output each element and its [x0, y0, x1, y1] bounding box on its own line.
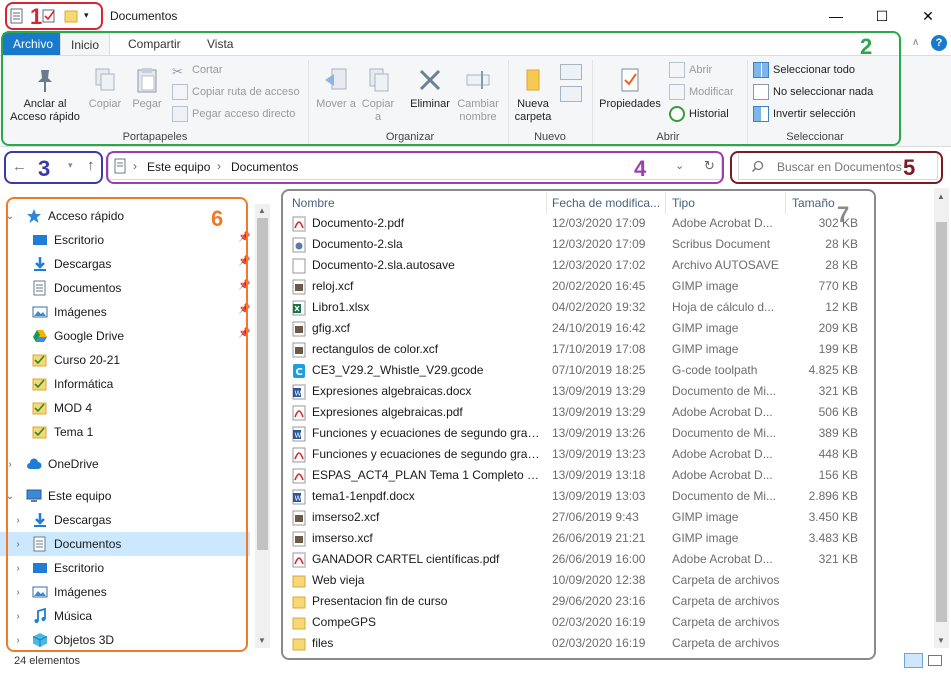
annotation-label-4: 4 [634, 156, 647, 181]
window-title: Documentos [110, 9, 178, 23]
annotation-label-5: 5 [903, 155, 916, 180]
annotation-box-4 [106, 151, 724, 184]
file-scroll-thumb[interactable] [936, 222, 947, 622]
help-icon[interactable]: ? [931, 35, 947, 51]
scroll-down-icon[interactable]: ▼ [937, 636, 945, 645]
file-scrollbar[interactable]: ▲ ▼ [934, 188, 949, 648]
scroll-up-icon[interactable]: ▲ [937, 192, 945, 201]
status-count: 24 elementos [14, 655, 81, 667]
scroll-down-icon[interactable]: ▼ [258, 636, 266, 645]
close-button[interactable]: ✕ [905, 0, 951, 32]
annotation-label-3: 3 [38, 156, 51, 181]
annotation-label-7: 7 [837, 202, 850, 227]
nav-scroll-thumb[interactable] [257, 218, 268, 550]
annotation-label-6: 6 [211, 206, 224, 231]
scroll-up-icon[interactable]: ▲ [258, 206, 266, 215]
annotation-box-6 [6, 197, 248, 652]
maximize-button[interactable]: ☐ [859, 0, 905, 32]
minimize-button[interactable]: — [813, 0, 859, 32]
large-icons-view-icon[interactable] [928, 655, 942, 666]
annotation-label-1: 1 [30, 4, 43, 29]
annotation-label-2: 2 [860, 34, 873, 59]
annotation-box-7 [281, 189, 876, 660]
title-bar: ▾ Documentos — ☐ ✕ [0, 0, 951, 32]
annotation-box-1 [5, 2, 103, 30]
details-view-icon[interactable] [904, 653, 923, 668]
annotation-box-2 [1, 31, 901, 146]
minimize-ribbon-icon[interactable]: ∧ [912, 37, 919, 48]
annotation-box-3 [4, 151, 103, 184]
nav-scrollbar[interactable]: ▲ ▼ [255, 204, 270, 648]
